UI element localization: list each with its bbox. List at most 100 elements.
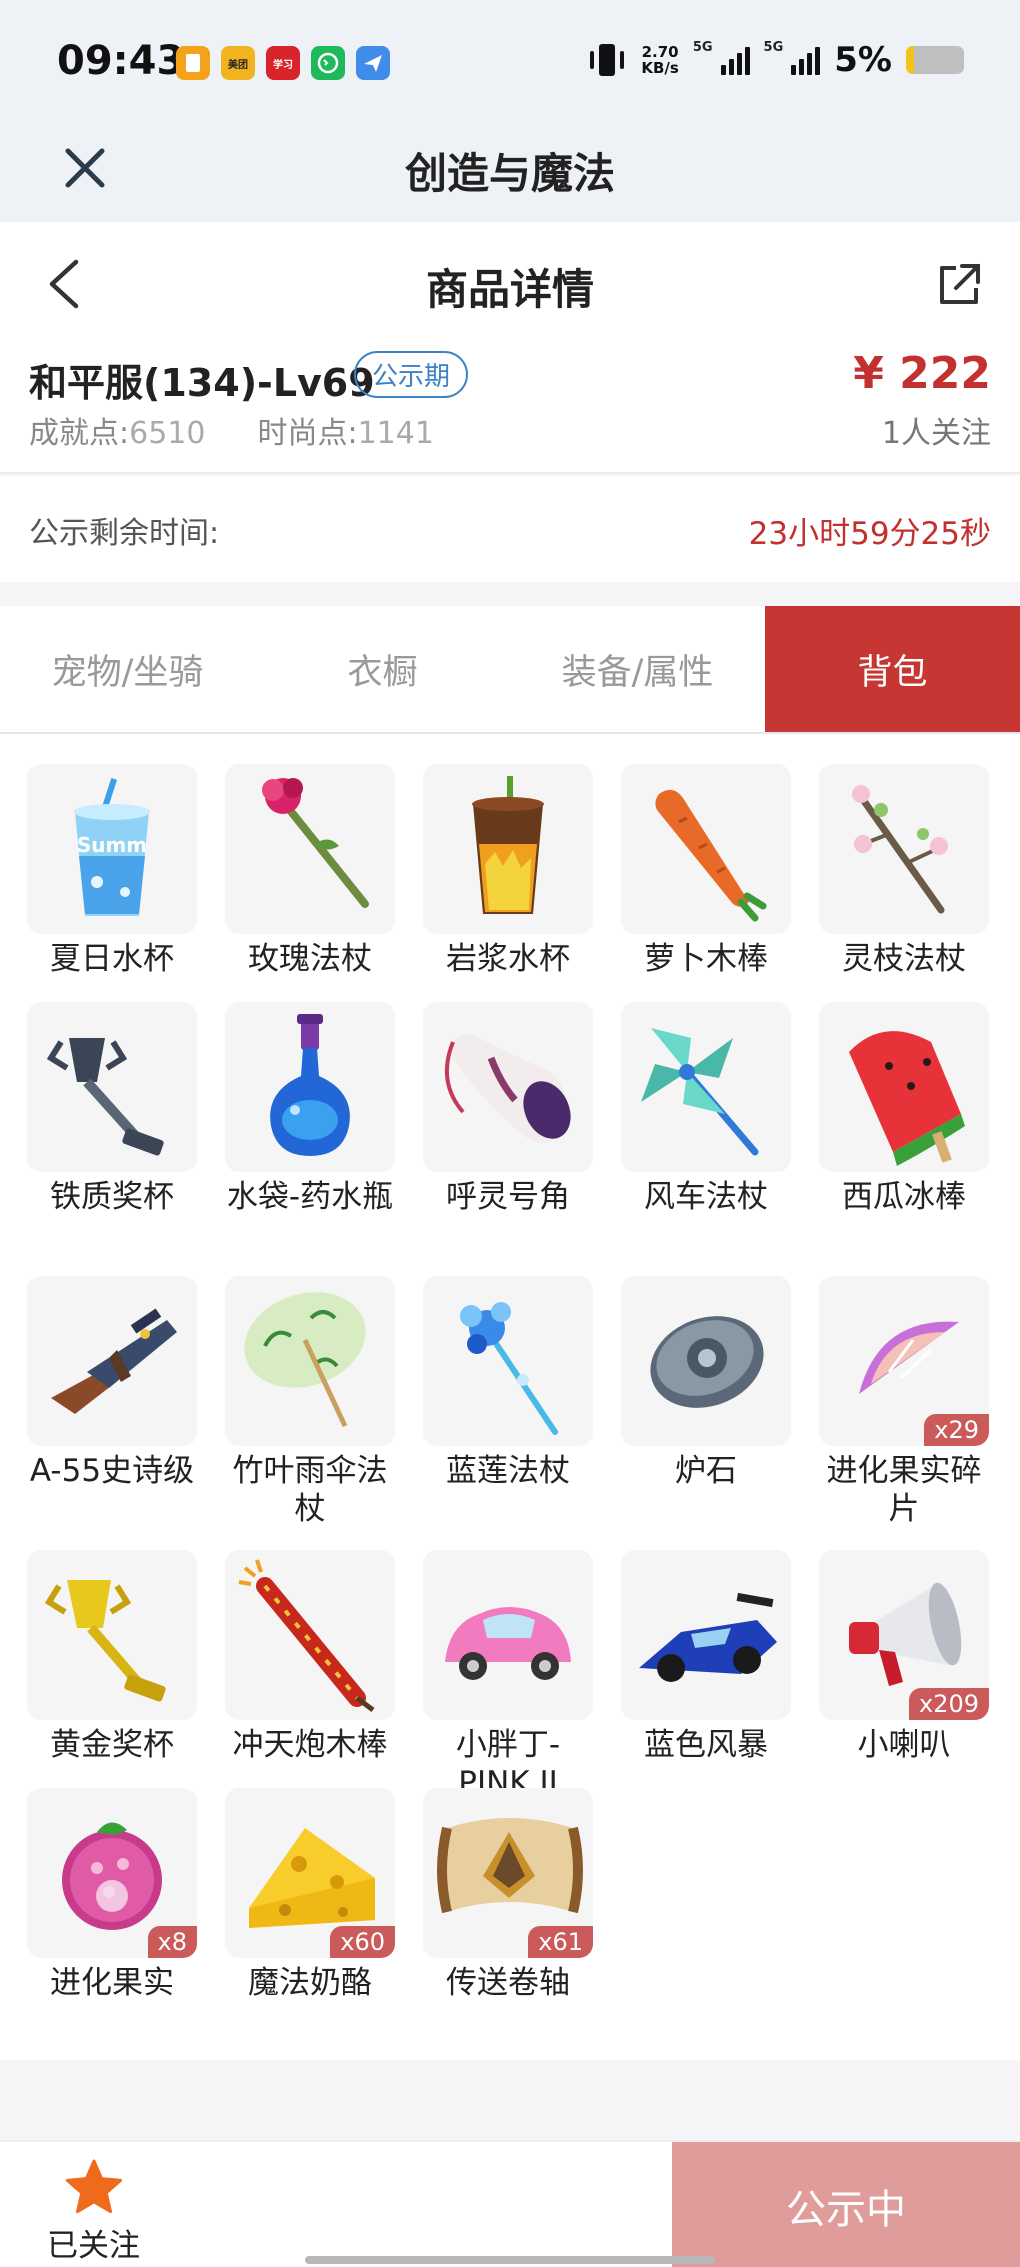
item-label: 夏日水杯	[50, 941, 174, 977]
achievement-value: 6510	[129, 416, 206, 451]
notes-app-icon	[176, 46, 210, 80]
tab-equipment-attributes[interactable]: 装备/属性	[510, 606, 765, 732]
item-label: 岩浆水杯	[446, 941, 570, 977]
network-type-1: 5G	[692, 40, 713, 55]
xuexi-app-icon: 学习	[266, 46, 300, 80]
blue-racecar-icon	[639, 1592, 777, 1682]
tab-wardrobe[interactable]: 衣橱	[255, 606, 510, 732]
backpack-item[interactable]: 炉石	[621, 1276, 791, 1550]
backpack-item[interactable]: 蓝莲法杖	[423, 1276, 593, 1550]
phone-app-icon	[311, 46, 345, 80]
status-bar: 09:43 美团 学习 2.70 KB/s 5G 5G 5%	[0, 0, 1020, 120]
backpack-item[interactable]: 呼灵号角	[423, 1002, 593, 1276]
item-label: 水袋-药水瓶	[226, 1179, 394, 1215]
backpack-item[interactable]: 竹叶雨伞法杖	[225, 1276, 395, 1550]
item-thumbnail	[621, 1276, 791, 1446]
item-thumbnail: x61	[423, 1788, 593, 1958]
item-thumbnail	[27, 1002, 197, 1172]
backpack-item[interactable]: 萝卜木棒	[621, 764, 791, 1002]
backpack-item[interactable]: 铁质奖杯	[27, 1002, 197, 1276]
share-icon[interactable]	[936, 262, 982, 308]
item-label: 西瓜冰棒	[842, 1179, 966, 1215]
item-thumbnail	[621, 764, 791, 934]
item-label: 萝卜木棒	[644, 941, 768, 977]
rose-staff-icon	[262, 778, 369, 908]
remaining-time-value: 23小时59分25秒	[748, 516, 991, 552]
backpack-item[interactable]: x29 进化果实碎片	[819, 1276, 989, 1550]
item-label: 铁质奖杯	[50, 1179, 174, 1215]
backpack-item[interactable]: x61 传送卷轴	[423, 1788, 593, 2026]
hearthstone-icon	[650, 1316, 764, 1408]
item-label: 炉石	[675, 1453, 737, 1489]
vibrate-icon	[590, 44, 625, 76]
item-thumbnail: x8	[27, 1788, 197, 1958]
item-thumbnail	[225, 1550, 395, 1720]
backpack-item[interactable]: 黄金奖杯	[27, 1550, 197, 1788]
item-grid: Summ 夏日水杯 玫瑰法杖 岩浆水杯 萝卜木棒 灵枝法杖铁质奖杯 水袋-药水瓶 呼灵号角 风车…	[27, 764, 997, 2026]
item-thumbnail	[819, 1002, 989, 1172]
backpack-item[interactable]: 西瓜冰棒	[819, 1002, 989, 1276]
item-label: 冲天炮木棒	[232, 1727, 388, 1763]
backpack-item[interactable]: 水袋-药水瓶	[225, 1002, 395, 1276]
product-stats: 成就点:6510 时尚点:1141	[29, 408, 434, 452]
bamboo-umbrella-icon	[244, 1292, 366, 1428]
publicity-status-button[interactable]: 公示中	[672, 2142, 1020, 2267]
tab-pets-mounts[interactable]: 宠物/坐骑	[0, 606, 255, 732]
pinwheel-staff-icon	[641, 1028, 759, 1156]
item-thumbnail	[423, 764, 593, 934]
blue-lotus-staff-icon	[460, 1302, 558, 1435]
item-thumbnail	[621, 1550, 791, 1720]
backpack-item[interactable]: x60 魔法奶酪	[225, 1788, 395, 2026]
backpack-item[interactable]: Summ 夏日水杯	[27, 764, 197, 1002]
remaining-time-row: 公示剩余时间: 23小时59分25秒	[0, 476, 1020, 582]
item-thumbnail: Summ	[27, 764, 197, 934]
item-label: 竹叶雨伞法杖	[232, 1453, 388, 1527]
status-badge: 公示期	[354, 351, 469, 398]
item-thumbnail	[27, 1276, 197, 1446]
horn-icon	[445, 1033, 571, 1144]
backpack-item[interactable]: 玫瑰法杖	[225, 764, 395, 1002]
product-name: 和平服(134)-Lv69	[29, 361, 375, 405]
backpack-item[interactable]: x209 小喇叭	[819, 1550, 989, 1788]
item-thumbnail	[423, 1550, 593, 1720]
item-label: A-55史诗级	[29, 1453, 195, 1489]
item-label: 进化果实	[50, 1965, 174, 2001]
quantity-badge: x61	[528, 1926, 593, 1958]
backpack-item[interactable]: 冲天炮木棒	[225, 1550, 395, 1788]
backpack-item[interactable]: A-55史诗级	[27, 1276, 197, 1550]
svg-text:Summ: Summ	[77, 833, 147, 857]
notification-icons: 美团 学习	[176, 46, 390, 80]
item-label: 黄金奖杯	[50, 1727, 174, 1763]
backpack-panel: Summ 夏日水杯 玫瑰法杖 岩浆水杯 萝卜木棒 灵枝法杖铁质奖杯 水袋-药水瓶 呼灵号角 风车…	[0, 734, 1020, 2060]
price: ¥ 222	[853, 348, 991, 399]
iron-trophy-icon	[46, 1038, 164, 1156]
backpack-item[interactable]: 小胖丁-PINK II	[423, 1550, 593, 1801]
item-thumbnail	[27, 1550, 197, 1720]
backpack-item[interactable]: x8 进化果实	[27, 1788, 197, 2026]
item-thumbnail	[819, 764, 989, 934]
quantity-badge: x8	[147, 1926, 197, 1958]
item-label: 灵枝法杖	[842, 941, 966, 977]
backpack-item[interactable]: 风车法杖	[621, 1002, 791, 1276]
rifle-icon	[51, 1308, 177, 1414]
tab-backpack[interactable]: 背包	[765, 606, 1020, 732]
home-indicator[interactable]	[305, 2256, 715, 2264]
item-thumbnail	[423, 1002, 593, 1172]
item-thumbnail: x29	[819, 1276, 989, 1446]
nav-bar: 商品详情	[0, 222, 1020, 334]
item-thumbnail: x209	[819, 1550, 989, 1720]
lava-cup-icon	[472, 776, 544, 914]
summer-cup-icon: Summ	[74, 778, 150, 916]
item-label: 进化果实碎片	[826, 1453, 982, 1527]
spirit-branch-staff-icon	[852, 785, 948, 914]
clock: 09:43	[57, 38, 185, 84]
quantity-badge: x60	[330, 1926, 395, 1958]
item-label: 传送卷轴	[446, 1965, 570, 2001]
backpack-item[interactable]: 灵枝法杖	[819, 764, 989, 1002]
item-thumbnail	[423, 1276, 593, 1446]
backpack-item[interactable]: 岩浆水杯	[423, 764, 593, 1002]
follow-button[interactable]: 已关注	[0, 2142, 672, 2267]
backpack-item[interactable]: 蓝色风暴	[621, 1550, 791, 1788]
follower-count: 1人关注	[881, 416, 991, 451]
battery-icon	[906, 46, 964, 74]
